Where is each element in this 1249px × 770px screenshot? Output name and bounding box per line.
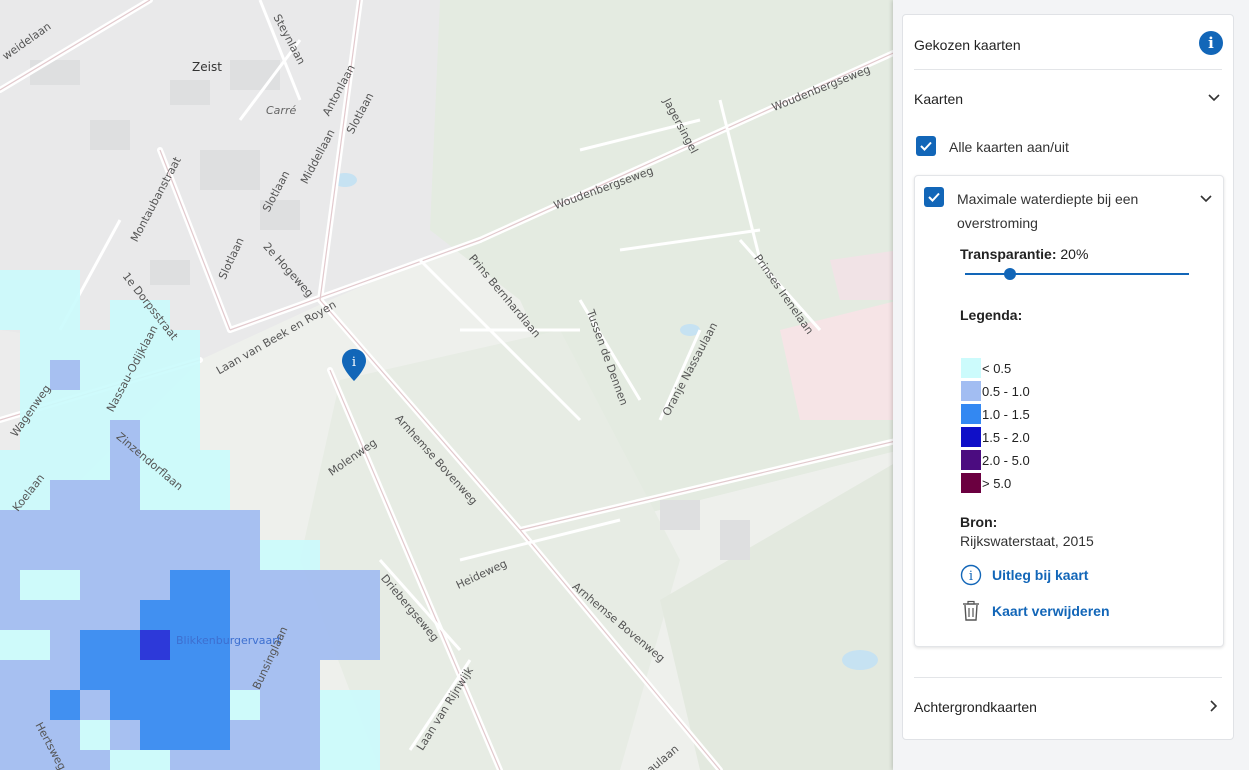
- all-maps-label: Alle kaarten aan/uit: [949, 139, 1069, 155]
- explain-map-label: Uitleg bij kaart: [992, 567, 1089, 583]
- place-label: Carré: [266, 104, 297, 117]
- source-title: Bron:: [960, 514, 998, 530]
- all-maps-checkbox[interactable]: [916, 136, 936, 156]
- transparency-title: Transparantie:: [960, 246, 1057, 262]
- legend-label: < 0.5: [982, 361, 1012, 376]
- chevron-down-icon[interactable]: [1197, 190, 1215, 208]
- layer-checkbox[interactable]: [924, 187, 944, 207]
- layer-title: Maximale waterdiepte bij een overstromin…: [957, 191, 1139, 231]
- panel-title: Gekozen kaarten: [914, 37, 1021, 53]
- legend-label: 1.0 - 1.5: [982, 407, 1030, 422]
- kaarten-section-toggle[interactable]: Kaarten: [903, 85, 1233, 115]
- slider-thumb[interactable]: [1003, 268, 1016, 280]
- legend-label: 1.5 - 2.0: [982, 430, 1030, 445]
- legend-swatch: [961, 404, 981, 424]
- divider: [914, 677, 1222, 678]
- chosen-maps-card: Gekozen kaarten i Kaarten Alle kaarten a…: [902, 14, 1234, 740]
- info-icon[interactable]: i: [1199, 31, 1223, 55]
- transparency-label: Transparantie: 20%: [960, 246, 1088, 262]
- background-maps-toggle[interactable]: Achtergrondkaarten: [903, 693, 1233, 723]
- chevron-down-icon: [1208, 94, 1220, 102]
- legend-label: 2.0 - 5.0: [982, 453, 1030, 468]
- chevron-right-icon: [1210, 700, 1218, 712]
- kaarten-label: Kaarten: [914, 91, 964, 107]
- legend-label: 0.5 - 1.0: [982, 384, 1030, 399]
- transparency-value: 20%: [1060, 246, 1089, 262]
- layer-card: Maximale waterdiepte bij een overstromin…: [914, 175, 1224, 647]
- water-label: Blikkenburgervaart: [176, 634, 282, 647]
- legend-swatch: [961, 358, 981, 378]
- legend-title: Legenda:: [960, 307, 1023, 323]
- legend-swatch: [961, 450, 981, 470]
- legend-swatch: [961, 381, 981, 401]
- remove-map-label: Kaart verwijderen: [992, 603, 1110, 619]
- trash-icon: [963, 600, 979, 621]
- divider: [914, 69, 1222, 70]
- svg-text:i: i: [969, 569, 973, 584]
- svg-text:i: i: [352, 355, 356, 370]
- legend-swatch: [961, 427, 981, 447]
- legend-label: > 5.0: [982, 476, 1012, 491]
- check-icon: [920, 141, 932, 151]
- check-icon: [928, 192, 940, 202]
- legend-swatch: [961, 473, 981, 493]
- source-value: Rijkswaterstaat, 2015: [960, 533, 1094, 549]
- slider-track: [965, 273, 1189, 275]
- map-info-marker[interactable]: i: [341, 348, 367, 382]
- side-panel: Gekozen kaarten i Kaarten Alle kaarten a…: [893, 0, 1249, 770]
- map-pin-icon: i: [342, 349, 366, 381]
- place-label: Zeist: [192, 60, 222, 74]
- background-maps-label: Achtergrondkaarten: [914, 699, 1037, 715]
- info-circle-icon: i: [960, 564, 982, 586]
- transparency-slider[interactable]: [965, 266, 1189, 282]
